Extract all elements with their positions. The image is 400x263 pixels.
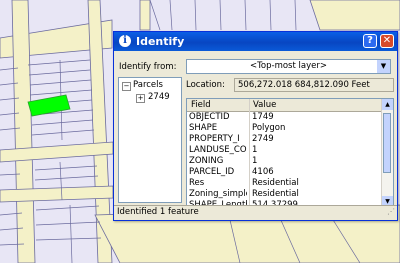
field-name: Zoning_simple: [189, 189, 247, 199]
column-header-field[interactable]: Field: [191, 99, 211, 111]
field-value: 1: [252, 145, 258, 155]
identify-from-value: <Top-most layer>: [250, 61, 327, 71]
close-button[interactable]: ✕: [380, 34, 394, 48]
field-value: 4106: [252, 167, 274, 177]
table-row[interactable]: LANDUSE_CO 1: [187, 145, 382, 156]
feature-tree[interactable]: − Parcels + 2749: [118, 77, 182, 203]
scrollbar-thumb[interactable]: [383, 113, 391, 173]
field-name: ZONING: [189, 156, 224, 166]
table-row[interactable]: Zoning_simple Residential: [187, 189, 382, 200]
field-name: OBJECTID: [189, 112, 230, 122]
dialog-titlebar[interactable]: i Identify ? ✕: [114, 32, 397, 51]
attribute-table[interactable]: Field Value OBJECTID 1749 SHAPE Polygon PR…: [186, 98, 394, 208]
identify-from-label: Identify from:: [119, 62, 177, 72]
scroll-up-icon[interactable]: ▲: [382, 99, 393, 110]
field-value: Polygon: [252, 123, 286, 133]
table-row[interactable]: PROPERTY_I 2749: [187, 134, 382, 145]
table-header: Field Value: [187, 99, 382, 112]
field-value: 1: [252, 156, 258, 166]
field-name: LANDUSE_CO: [189, 145, 247, 155]
expand-icon[interactable]: +: [136, 94, 145, 103]
field-name: Res: [189, 178, 205, 188]
tree-layer-parcels[interactable]: Parcels: [133, 80, 163, 90]
status-bar: Identified 1 feature ⋰: [114, 205, 397, 220]
location-label: Location:: [186, 80, 225, 90]
table-row[interactable]: ZONING 1: [187, 156, 382, 167]
table-row[interactable]: Res Residential: [187, 178, 382, 189]
field-value: 1749: [252, 112, 274, 122]
dialog-title: Identify: [136, 35, 185, 48]
column-header-value[interactable]: Value: [253, 99, 276, 111]
table-row[interactable]: SHAPE Polygon: [187, 123, 382, 134]
info-icon: i: [119, 35, 131, 47]
field-name: SHAPE: [189, 123, 218, 133]
field-value: 2749: [252, 134, 274, 144]
field-name: PARCEL_ID: [189, 167, 235, 177]
field-value: Residential: [252, 178, 299, 188]
field-name: PROPERTY_I: [189, 134, 240, 144]
help-button[interactable]: ?: [363, 34, 377, 48]
tree-feature-item[interactable]: 2749: [148, 92, 170, 102]
table-row[interactable]: PARCEL_ID 4106: [187, 167, 382, 178]
location-value: 506,272.018 684,812.090 Feet: [234, 78, 394, 92]
vertical-scrollbar[interactable]: ▲ ▼: [381, 99, 393, 207]
table-row[interactable]: OBJECTID 1749: [187, 112, 382, 123]
chevron-down-icon[interactable]: ▼: [377, 60, 390, 73]
identify-dialog: i Identify ? ✕ Identify from: <Top-most …: [113, 31, 398, 221]
status-text: Identified 1 feature: [117, 207, 199, 217]
collapse-icon[interactable]: −: [122, 82, 131, 91]
identify-from-dropdown[interactable]: <Top-most layer> ▼: [186, 59, 391, 74]
resize-grip-icon[interactable]: ⋰: [387, 205, 395, 218]
field-value: Residential: [252, 189, 299, 199]
